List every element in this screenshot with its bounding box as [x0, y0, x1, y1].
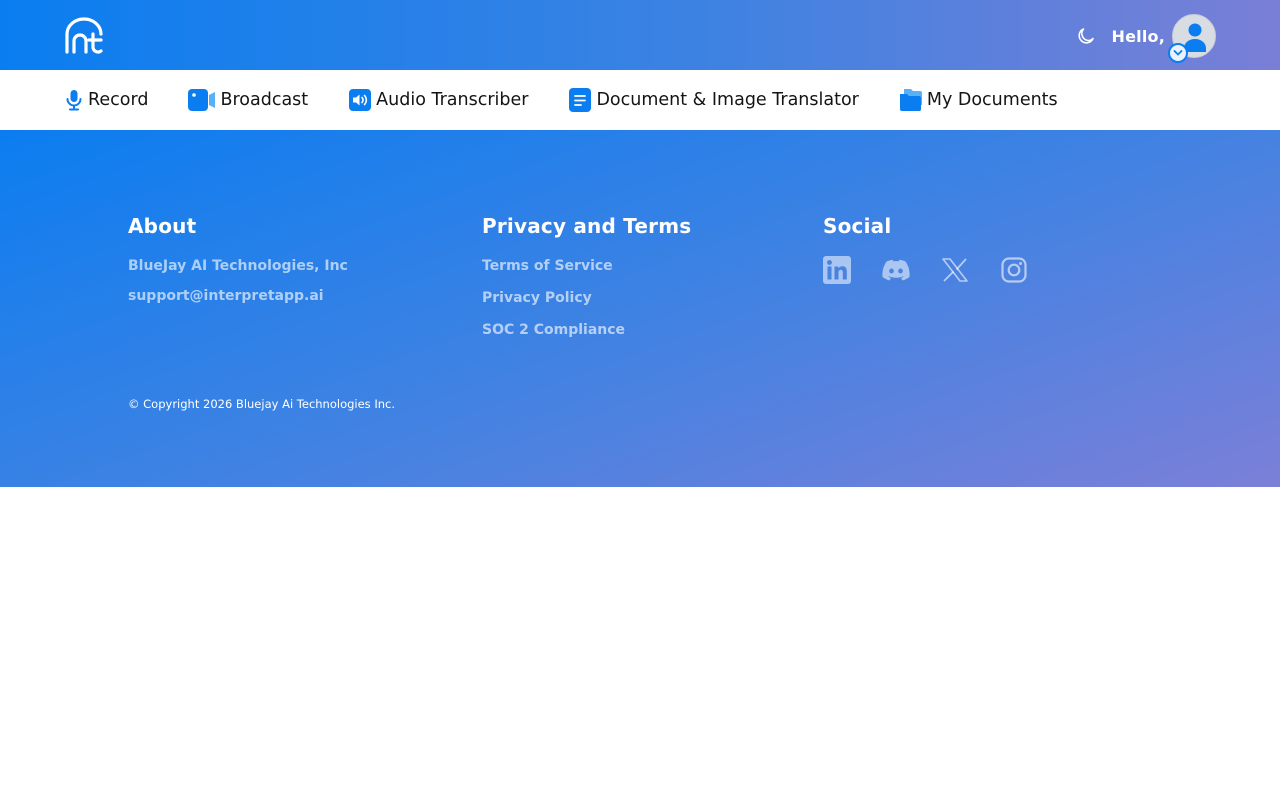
- nav-item-label: Document & Image Translator: [596, 90, 859, 110]
- nav-item-record[interactable]: Record: [64, 80, 148, 120]
- about-heading: About: [128, 214, 197, 238]
- main-nav: Record Broadcast Audio Transcriber Docum…: [0, 70, 1280, 130]
- header-user-area: Hello,: [1076, 14, 1216, 63]
- nav-item-label: My Documents: [926, 90, 1058, 110]
- nav-item-label: Broadcast: [220, 90, 309, 110]
- soc2-compliance-link[interactable]: SOC 2 Compliance: [482, 322, 691, 338]
- nav-item-broadcast[interactable]: Broadcast: [188, 80, 308, 120]
- support-email-link[interactable]: support@interpretapp.ai: [128, 288, 348, 304]
- moon-icon[interactable]: [1076, 26, 1096, 46]
- folder-icon: [899, 88, 923, 112]
- footer-privacy-column: Privacy and Terms Terms of Service Priva…: [482, 214, 691, 354]
- nav-item-label: Record: [88, 90, 149, 110]
- instagram-icon[interactable]: [1000, 256, 1028, 284]
- speaker-icon: [348, 88, 372, 112]
- user-menu[interactable]: [1168, 14, 1216, 63]
- nav-item-my-documents[interactable]: My Documents: [899, 80, 1058, 120]
- greeting-text: Hello,: [1111, 26, 1165, 46]
- top-header: Hello,: [0, 0, 1280, 70]
- terms-of-service-link[interactable]: Terms of Service: [482, 258, 691, 274]
- nav-item-audio-transcriber[interactable]: Audio Transcriber: [348, 80, 528, 120]
- copyright-text: © Copyright 2026 Bluejay Ai Technologies…: [128, 397, 395, 411]
- privacy-heading: Privacy and Terms: [482, 214, 692, 238]
- linkedin-icon[interactable]: [823, 256, 851, 284]
- social-heading: Social: [823, 214, 892, 238]
- company-name: BlueJay AI Technologies, Inc: [128, 258, 348, 274]
- nav-item-label: Audio Transcriber: [376, 90, 529, 110]
- site-footer: About BlueJay AI Technologies, Inc suppo…: [0, 130, 1280, 487]
- footer-social-column: Social: [823, 214, 1059, 284]
- x-icon[interactable]: [941, 256, 969, 284]
- privacy-policy-link[interactable]: Privacy Policy: [482, 290, 691, 306]
- chevron-down-icon[interactable]: [1168, 43, 1188, 63]
- int-logo-icon[interactable]: [63, 16, 105, 54]
- document-icon: [568, 88, 592, 112]
- social-links: [823, 256, 1059, 284]
- video-camera-icon: [188, 89, 216, 111]
- discord-icon[interactable]: [882, 256, 910, 284]
- nav-item-document-translator[interactable]: Document & Image Translator: [568, 80, 859, 120]
- footer-about-column: About BlueJay AI Technologies, Inc suppo…: [128, 214, 348, 318]
- microphone-icon: [64, 89, 84, 111]
